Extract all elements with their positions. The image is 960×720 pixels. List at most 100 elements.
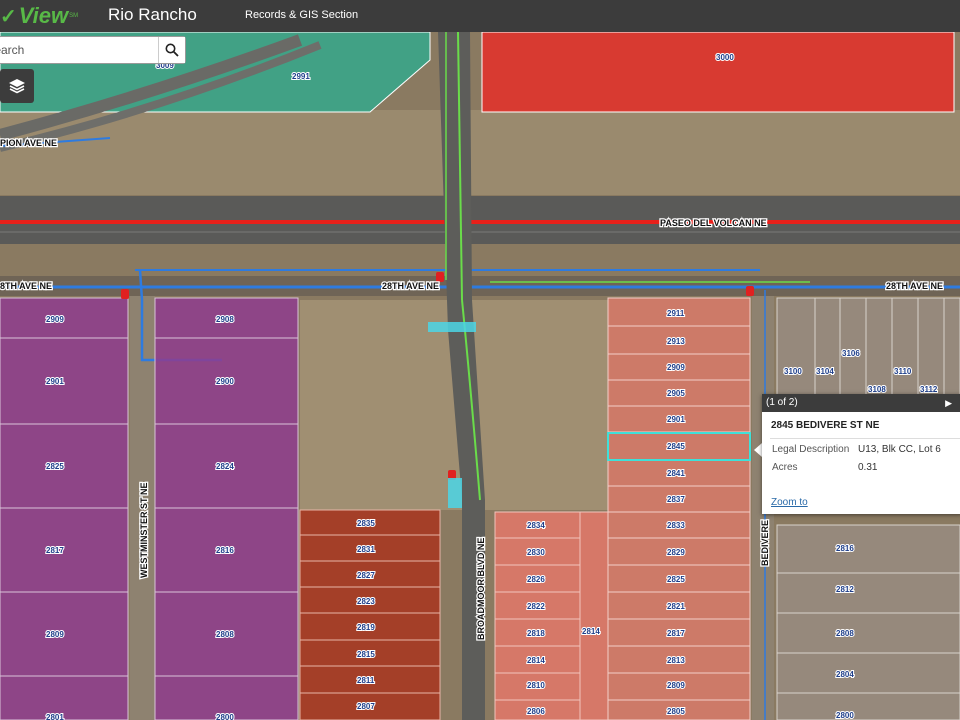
parcel-label: 3106 xyxy=(842,349,860,358)
parcel-label: 3110 xyxy=(894,367,912,376)
popup-row-acres: Acres 0.31 xyxy=(762,457,960,475)
parcel-label: 2804 xyxy=(836,670,854,679)
parcel-label: 2800 xyxy=(836,711,854,720)
road-label-28th-mid: 28TH AVE NE xyxy=(382,281,439,291)
parcel-label: 2811 xyxy=(357,676,375,685)
parcel-label: 2900 xyxy=(216,377,234,386)
parcel-label: 2835 xyxy=(357,519,375,528)
search-button[interactable] xyxy=(158,37,185,63)
purple-parcels-west xyxy=(0,297,129,720)
parcel-label: 2818 xyxy=(527,629,545,638)
parcel-label: 2814 xyxy=(582,627,600,636)
parcel-label: 2991 xyxy=(292,72,310,81)
popup-title: 2845 BEDIVERE ST NE xyxy=(771,420,880,431)
parcel-label: 2814 xyxy=(527,656,545,665)
parcel-label: 2845 xyxy=(667,442,685,451)
parcel-label: 2834 xyxy=(527,521,545,530)
parcel-label: 2816 xyxy=(216,546,234,555)
parcel-2901-west[interactable] xyxy=(0,337,129,425)
purple-parcels-east xyxy=(154,297,299,720)
dark-red-parcels xyxy=(299,509,441,720)
parcel-label: 2830 xyxy=(527,548,545,557)
parcel-2809-west[interactable] xyxy=(0,591,129,677)
parcel-label: 2817 xyxy=(46,546,64,555)
parcel-label: 2833 xyxy=(667,521,685,530)
parcel-label: 2905 xyxy=(667,389,685,398)
parcel-label: 2909 xyxy=(46,315,64,324)
hydrant-icon[interactable] xyxy=(121,289,129,299)
parcel-label: 3108 xyxy=(868,385,886,394)
layers-icon xyxy=(9,79,25,94)
parcel-label: 2841 xyxy=(667,469,685,478)
parcel-label: 2911 xyxy=(667,309,685,318)
terrain-band-north xyxy=(0,110,960,195)
road-label-28th-left: 8TH AVE NE xyxy=(0,281,52,291)
brand-word: View xyxy=(18,3,69,28)
search-icon xyxy=(165,43,179,57)
popup-header: (1 of 2) ▶ xyxy=(762,394,960,412)
parcel-2817-west[interactable] xyxy=(0,507,129,593)
zoom-to-link[interactable]: Zoom to xyxy=(771,497,808,508)
parcel-label: 3104 xyxy=(816,367,834,376)
parcel-label: 2809 xyxy=(46,630,64,639)
parcel-label: 2801 xyxy=(46,713,64,720)
parcel-label: 2901 xyxy=(667,415,685,424)
parcel-label: 2826 xyxy=(527,575,545,584)
app-header: ✓ View SM Rio Rancho Records & GIS Secti… xyxy=(0,0,960,32)
parcel-label: 2829 xyxy=(667,548,685,557)
road-label-westminster: WESTMINSTER ST NE xyxy=(139,482,149,578)
parcel-2825-west[interactable] xyxy=(0,423,129,509)
parcel-label: 2837 xyxy=(667,495,685,504)
parcel-label: 2816 xyxy=(836,544,854,553)
parcel-info-popup: (1 of 2) ▶ 2845 BEDIVERE ST NE Legal Des… xyxy=(762,394,960,514)
parcel-label: 3112 xyxy=(920,385,938,394)
parcel-label: 2807 xyxy=(357,702,375,711)
parcel-label: 2825 xyxy=(667,575,685,584)
layers-button[interactable] xyxy=(0,69,34,103)
parcel-label: 2827 xyxy=(357,571,375,580)
popup-row-value: U13, Blk CC, Lot 6 xyxy=(858,444,941,455)
popup-row-legal: Legal Description U13, Blk CC, Lot 6 xyxy=(762,439,960,457)
road-label-bedivere: BEDIVERE xyxy=(760,520,770,566)
parcel-label: 2823 xyxy=(357,597,375,606)
parcel-label: 2809 xyxy=(667,681,685,690)
road-label-pion: PION AVE NE xyxy=(0,138,57,148)
parcel-label: 2806 xyxy=(527,707,545,716)
hydrant-icon[interactable] xyxy=(746,286,754,296)
address-search-input[interactable] xyxy=(0,37,157,63)
popup-pointer xyxy=(754,443,762,457)
parcel-label: 2812 xyxy=(836,585,854,594)
brand-logo[interactable]: ✓ View SM xyxy=(0,3,79,28)
parcel-label: 2821 xyxy=(667,602,685,611)
road-label-28th-right: 28TH AVE NE xyxy=(886,281,943,291)
brand-trademark: SM xyxy=(69,13,79,19)
app-subtitle: Records & GIS Section xyxy=(245,9,359,21)
road-label-broadmoor: BROADMOOR BLVD NE xyxy=(476,538,486,640)
parcel-label: 2815 xyxy=(357,650,375,659)
parcel-label: 2808 xyxy=(836,629,854,638)
popup-row-key: Acres xyxy=(772,462,798,473)
parcel-label: 3100 xyxy=(784,367,802,376)
parcel-label: 2800 xyxy=(216,713,234,720)
popup-counter: (1 of 2) xyxy=(766,397,798,408)
parcel-label: 2831 xyxy=(357,545,375,554)
parcel-label: 2913 xyxy=(667,337,685,346)
popup-next-arrow-icon[interactable]: ▶ xyxy=(945,394,952,412)
popup-row-key: Legal Description xyxy=(772,444,850,455)
app-title: Rio Rancho xyxy=(108,5,197,24)
parcel-3000[interactable] xyxy=(481,31,955,113)
parcel-2801-west[interactable] xyxy=(0,675,129,720)
parcel-label: 2901 xyxy=(46,377,64,386)
parcel-label: 2819 xyxy=(357,623,375,632)
parcel-label: 2813 xyxy=(667,656,685,665)
parcel-label: 2805 xyxy=(667,707,685,716)
parcel-label: 2824 xyxy=(216,462,234,471)
parcel-map[interactable]: 2991 3009 3000 2909 2901 2825 2817 2809 … xyxy=(0,0,960,720)
parcel-2909-west[interactable] xyxy=(0,297,129,339)
popup-row-value: 0.31 xyxy=(858,462,878,473)
parcel-label: 2810 xyxy=(527,681,545,690)
salmon-parcels-middle xyxy=(494,511,609,720)
parcel-label: 2817 xyxy=(667,629,685,638)
parcel-label: 2909 xyxy=(667,363,685,372)
parcel-label: 2822 xyxy=(527,602,545,611)
